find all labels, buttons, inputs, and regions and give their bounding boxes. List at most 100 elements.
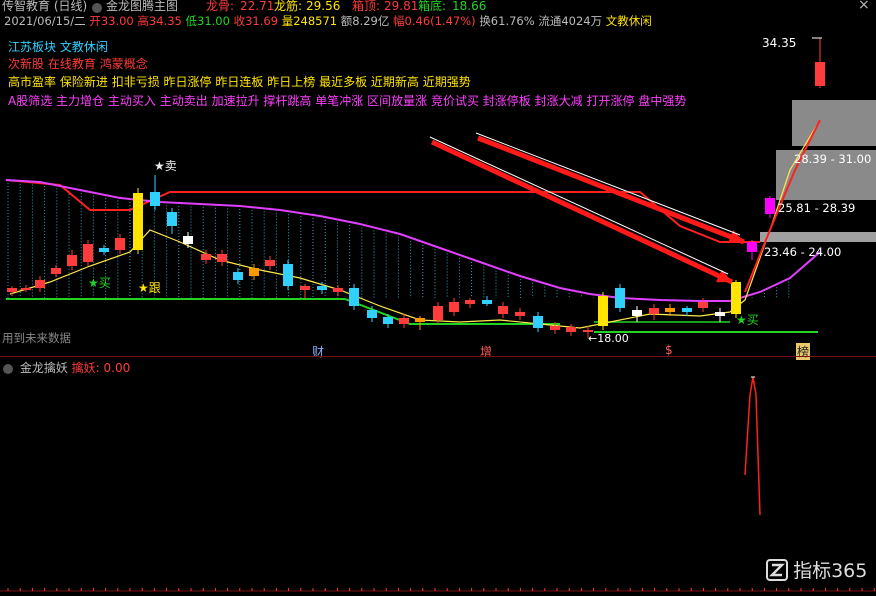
tag[interactable]: 封涨停板 [483,94,531,108]
indicator-spike-line [744,376,761,516]
candle-body [150,192,160,206]
sector: 文教休闲 [605,14,652,28]
turnover: 换61.76% [479,14,535,28]
tag[interactable]: 江苏板块 [8,40,56,54]
candle-body [550,326,560,330]
watermark: 指标365 [766,556,867,583]
tag[interactable]: 扣非亏损 [112,75,160,89]
candle-body [731,282,741,314]
candle-body [167,212,177,226]
tags-line-2: 次新股 在线教育 鸿蒙概念 [8,55,148,72]
change: 幅0.46(1.47%) [393,14,476,28]
tag[interactable]: 昨日涨停 [164,75,212,89]
high-price-label: 34.35 [762,36,797,50]
candle-body [649,308,659,314]
tag[interactable]: 昨日上榜 [267,75,315,89]
candle-body [300,286,310,290]
candle-body [566,327,576,332]
candle-body [283,264,293,286]
tag[interactable]: 撑杆跳高 [263,94,311,108]
indicator-name[interactable]: 金龙图腾主图 [106,0,178,13]
indicator-chart[interactable] [0,355,876,596]
close-icon[interactable]: × [858,0,870,12]
tag[interactable]: 主动买入 [108,94,156,108]
box-label-1: 28.39 - 31.00 [794,152,872,166]
future-data-note: 用到未来数据 [2,331,71,345]
tag[interactable]: 加速拉升 [212,94,260,108]
float-shares: 流通4024万 [538,14,603,28]
tag[interactable]: 次新股 [8,57,44,71]
tag[interactable]: 主动卖出 [160,94,208,108]
title-bar: 传智教育 (日线) 金龙图腾主图 龙骨: 22.71 龙筋: 29.56 箱顶:… [0,0,876,14]
tag[interactable]: 封涨大减 [535,94,583,108]
candle-body [333,288,343,292]
tag[interactable]: 在线教育 [48,57,96,71]
box-label-3: 23.46 - 24.00 [764,245,842,259]
tags-line-3: 高市盈率 保险新进 扣非亏损 昨日涨停 昨日连板 昨日上榜 最近多板 近期新高 … [8,73,471,90]
buy-signal-2: ★买 [736,313,759,327]
tags-line-1: 江苏板块 文教休闲 [8,38,108,55]
watermark-logo-icon [766,558,788,581]
box-label-2: 25.81 - 28.39 [778,201,856,215]
tag[interactable]: 近期强势 [423,75,471,89]
candle-body [7,288,17,292]
longjin-value: 29.56 [306,0,341,13]
follow-signal: ★跟 [138,281,161,295]
candle-body [399,318,409,324]
box-bottom-value: 18.66 [452,0,487,13]
candle-body [367,310,377,318]
candle-body [115,238,125,250]
tag[interactable]: 近期新高 [371,75,419,89]
tag[interactable]: 单笔冲涨 [315,94,363,108]
tag[interactable]: 文教休闲 [60,40,108,54]
tag[interactable]: A股筛选 [8,94,52,108]
price-box-1 [792,100,876,146]
arrow-highlight [429,136,729,275]
tag[interactable]: 竞价试买 [431,94,479,108]
arrow-highlight [475,132,741,236]
candle-body [632,310,642,316]
volume: 量248571 [281,14,338,28]
amount: 额8.29亿 [340,14,390,28]
candle-body [533,316,543,328]
candle-body [249,268,259,276]
candle-body [383,317,393,324]
tag[interactable]: 昨日连板 [215,75,263,89]
tag[interactable]: 主力增仓 [56,94,104,108]
dropdown-icon[interactable] [92,1,105,14]
ma-magenta-line [5,179,821,302]
candle-body [317,286,327,290]
candle-body [498,306,508,314]
tag[interactable]: 打开涨停 [586,94,634,108]
longgu-value: 22.71 [240,0,275,13]
candle-body [515,312,525,316]
candle-body [433,306,443,320]
tag[interactable]: 保险新进 [60,75,108,89]
box-top-line [5,179,760,243]
candle-body [83,244,93,262]
longgu-label: 龙骨: [206,0,235,13]
watermark-text: 指标365 [793,560,868,582]
stock-title[interactable]: 传智教育 (日线) [2,0,87,13]
tag[interactable]: 盘中强势 [638,94,686,108]
high: 高34.35 [137,14,182,28]
quote-info-bar: 2021/06/15/二 开33.00 高34.35 低31.00 收31.69… [4,15,652,29]
candle-body [35,280,45,288]
tag[interactable]: 高市盈率 [8,75,56,89]
candle-body [51,268,61,274]
box-top-value: 29.81 [384,0,419,13]
tag[interactable]: 鸿蒙概念 [100,57,148,71]
sell-signal: ★卖 [154,159,177,173]
candle-body [349,288,359,306]
tags-line-4: A股筛选 主力增仓 主动买入 主动卖出 加速拉升 撑杆跳高 单笔冲涨 区间放量涨… [8,92,686,109]
candle-body [615,288,625,308]
candle-body [747,242,757,252]
box-bottom-label: 箱底: [418,0,447,13]
candle-body [99,248,109,252]
tag[interactable]: 区间放量涨 [367,94,427,108]
low-price-label: ←18.00 [588,332,629,345]
candle-body [265,260,275,266]
candle-body [482,300,492,304]
tag[interactable]: 最近多板 [319,75,367,89]
candle-body [21,288,31,290]
